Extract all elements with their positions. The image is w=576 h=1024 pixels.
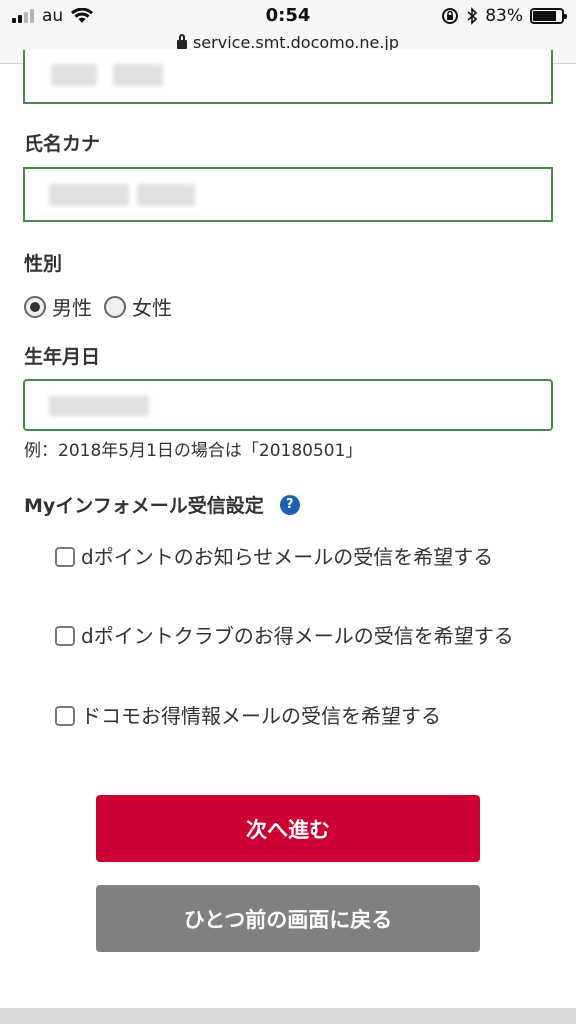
kana-input[interactable] — [23, 167, 553, 222]
checkbox-dpoint-club-label: dポイントクラブのお得メールの受信を希望する — [81, 624, 514, 648]
mail-settings-text: Myインフォメール受信設定 — [24, 495, 264, 517]
checkbox-icon[interactable] — [55, 626, 75, 646]
bluetooth-icon — [467, 7, 478, 25]
birthdate-label: 生年月日 — [24, 346, 101, 368]
gender-radio-female[interactable] — [104, 295, 126, 318]
checkbox-icon[interactable] — [55, 706, 75, 726]
orientation-lock-icon — [442, 8, 459, 24]
help-icon[interactable]: ? — [279, 494, 300, 515]
status-right: 83% — [441, 6, 567, 26]
gender-radio-male[interactable] — [24, 295, 46, 318]
birthdate-input[interactable] — [23, 379, 553, 431]
gender-male-label: 男性 — [52, 296, 92, 320]
birthdate-hint: 例：2018年5月1日の場合は「20180501」 — [24, 441, 363, 461]
gender-label: 性別 — [24, 253, 63, 275]
mail-settings-title: Myインフォメール受信設定 ? — [24, 491, 300, 518]
name-input[interactable] — [23, 50, 553, 104]
kana-label: 氏名カナ — [24, 133, 101, 155]
battery-level — [533, 11, 556, 21]
back-button[interactable]: ひとつ前の画面に戻る — [96, 885, 480, 952]
checkbox-dpoint-club[interactable]: dポイントクラブのお得メールの受信を希望する — [55, 620, 545, 652]
checkbox-docomo-deals-label: ドコモお得情報メールの受信を希望する — [81, 704, 441, 728]
gender-female-label: 女性 — [132, 296, 172, 320]
lock-icon — [176, 34, 187, 49]
gender-radio-group: 男性 女性 — [24, 292, 172, 321]
checkbox-icon[interactable] — [55, 547, 75, 567]
footer-strip — [0, 1008, 576, 1024]
battery-icon — [530, 8, 567, 24]
checkbox-dpoint-news[interactable]: dポイントのお知らせメールの受信を希望する — [55, 541, 545, 573]
checkbox-dpoint-news-label: dポイントのお知らせメールの受信を希望する — [81, 545, 494, 569]
checkbox-docomo-deals[interactable]: ドコモお得情報メールの受信を希望する — [55, 700, 545, 732]
next-button[interactable]: 次へ進む — [96, 795, 480, 862]
battery-percent: 83% — [485, 6, 523, 26]
